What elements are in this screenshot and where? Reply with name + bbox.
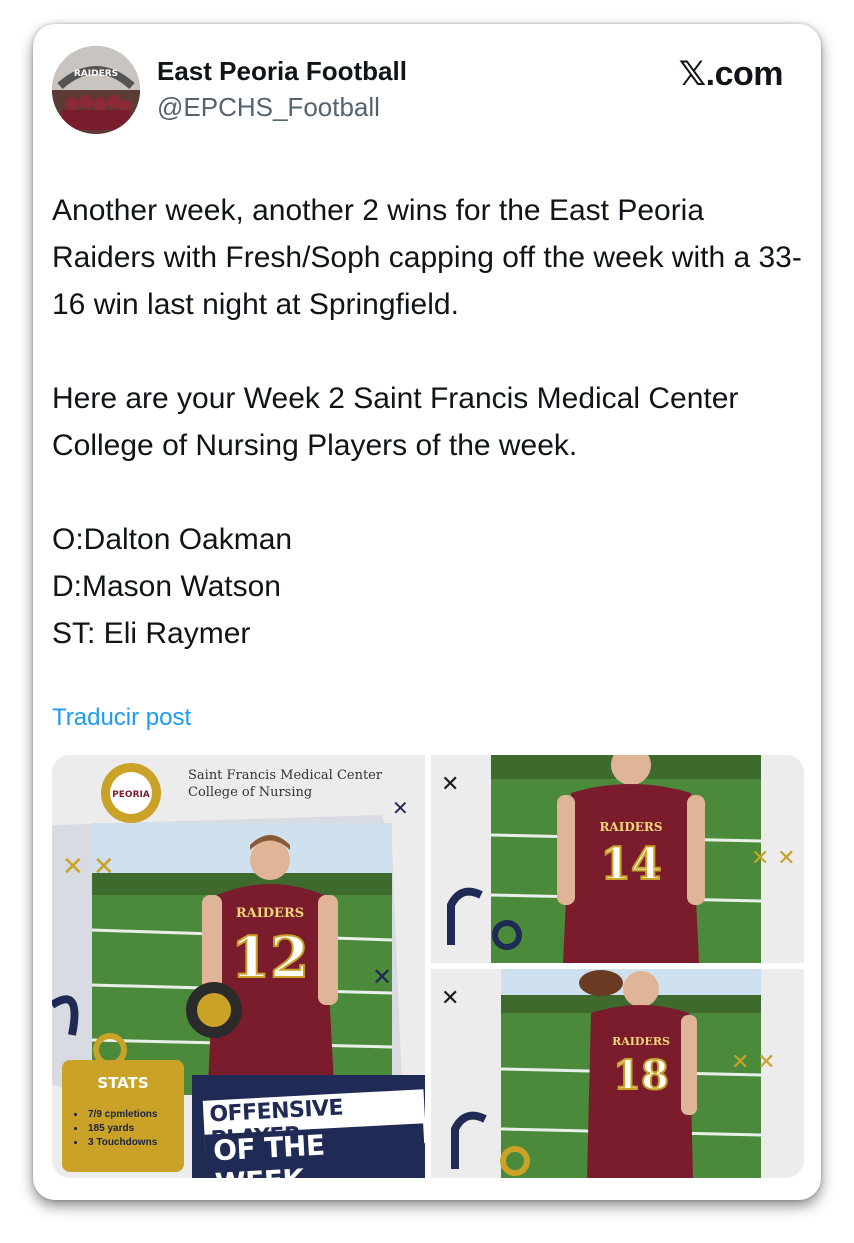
x-brand-logo[interactable]: 𝕏.com [679,54,784,94]
translate-post-link[interactable]: Traducir post [52,704,191,732]
sponsor-line: College of Nursing [188,785,313,800]
post-paragraph: Here are your Week 2 Saint Francis Medic… [52,382,739,462]
author-avatar[interactable]: RAIDERS [52,46,140,134]
post-text: Another week, another 2 wins for the Eas… [52,187,802,657]
svg-text:✕ ✕: ✕ ✕ [62,852,115,882]
svg-text:✕: ✕ [441,986,459,1011]
special-teams-player-graphic: RAIDERS 18 ✕ ✕ ✕ [431,969,804,1178]
stat-item: 3 Touchdowns [74,1136,157,1150]
jersey-team-text: RAIDERS [612,1035,670,1048]
jersey-number-text: 14 [600,839,661,890]
media-image-defensive-player[interactable]: RAIDERS 14 ✕ ✕ ✕ [431,755,804,963]
svg-text:✕ ✕: ✕ ✕ [731,1050,776,1075]
stats-title: STATS [97,1074,149,1092]
svg-text:✕: ✕ [392,796,409,820]
post-paragraph: Another week, another 2 wins for the Eas… [52,194,802,321]
post-paragraph: O:Dalton Oakman D:Mason Watson ST: Eli R… [52,523,293,650]
author-name[interactable]: East Peoria Football [157,56,407,87]
stats-box: STATS 7/9 cpmletions 185 yards 3 Touchdo… [62,1060,184,1172]
jersey-number-text: 18 [613,1052,669,1099]
svg-text:✕: ✕ [372,963,392,991]
stat-item: 7/9 cpmletions [74,1108,157,1122]
media-image-special-teams-player[interactable]: RAIDERS 18 ✕ ✕ ✕ [431,969,804,1178]
stat-item: 185 yards [74,1122,157,1136]
sponsor-line: Saint Francis Medical Center [188,768,383,783]
stats-list: 7/9 cpmletions 185 yards 3 Touchdowns [74,1108,157,1150]
sponsor-seal-text: PEORIA [112,790,150,800]
defensive-player-graphic: RAIDERS 14 ✕ ✕ ✕ [431,755,804,963]
post-card: RAIDERS East Peoria Football @EPCHS_Foot… [33,24,821,1200]
author-handle[interactable]: @EPCHS_Football [157,92,380,123]
jersey-team-text: RAIDERS [599,820,662,834]
svg-text:✕ ✕: ✕ ✕ [751,846,796,871]
jersey-number-text: 12 [231,925,309,991]
svg-text:✕: ✕ [441,772,459,797]
media-image-offensive-player[interactable]: PEORIA RAIDERS 12 ✕ ✕ ✕ ✕ Saint Francis … [52,755,425,1178]
jersey-team-text: RAIDERS [236,906,304,921]
avatar-image: RAIDERS [52,46,140,134]
sponsor-text: Saint Francis Medical Center College of … [188,767,382,801]
avatar-logo-text: RAIDERS [74,69,118,79]
media-grid: PEORIA RAIDERS 12 ✕ ✕ ✕ ✕ Saint Francis … [52,755,804,1178]
